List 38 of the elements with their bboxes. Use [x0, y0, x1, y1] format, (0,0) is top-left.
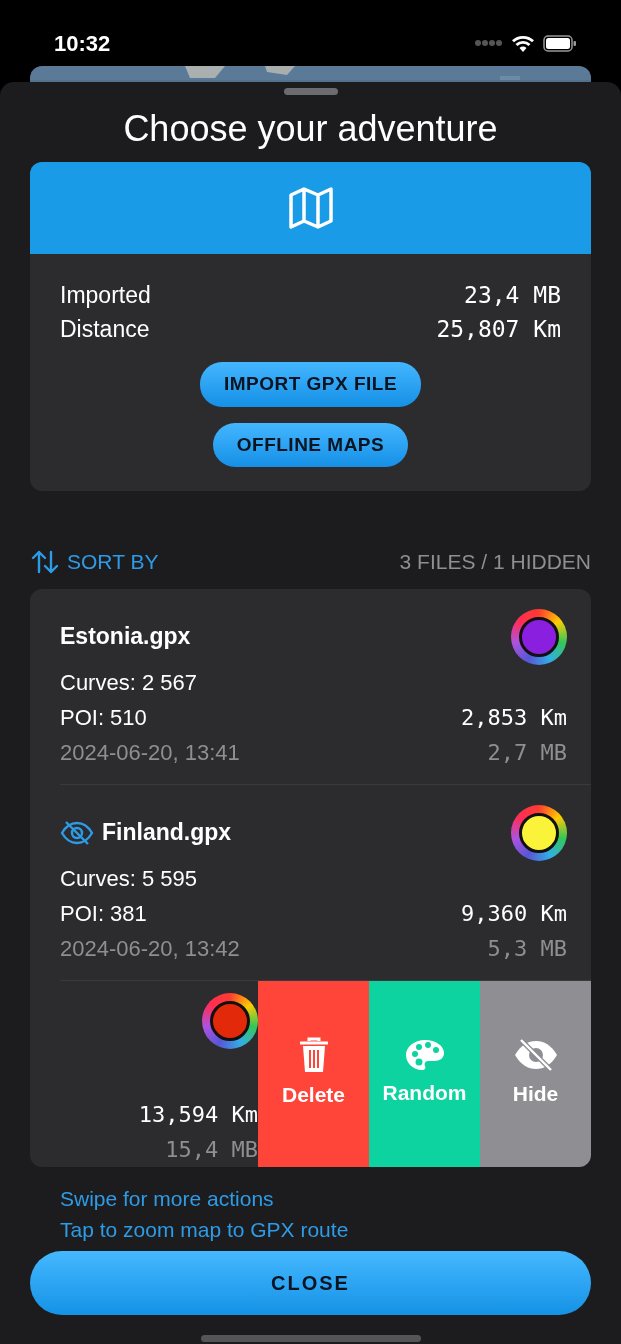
eye-slash-icon	[512, 1037, 559, 1072]
file-count: 3 FILES / 1 HIDDEN	[399, 549, 591, 576]
file-date: 2024-06-20, 13:42	[60, 934, 240, 963]
stat-value: 23,4 MB	[464, 281, 561, 311]
status-time: 10:32	[54, 29, 111, 58]
signal-icon	[475, 39, 503, 47]
sort-icon	[31, 549, 59, 574]
file-size: 5,3 MB	[486, 934, 567, 963]
hide-button[interactable]: Hide	[480, 980, 591, 1167]
curves-count: Curves: 2 567	[60, 668, 198, 697]
hint-text: Tap to zoom map to GPX route	[60, 1216, 350, 1243]
wifi-icon	[511, 34, 535, 52]
file-date: 2024-06-20, 13:41	[60, 738, 240, 767]
offline-maps-button[interactable]: OFFLINE MAPS	[212, 422, 409, 468]
curves-count: Curves: 5 595	[60, 864, 198, 893]
stat-value: 25,807 Km	[436, 315, 561, 345]
file-name: Estonia.gpx	[60, 622, 191, 652]
battery-icon	[543, 34, 577, 52]
sheet-title: Choose your adventure	[122, 107, 499, 151]
poi-count: POI: 381	[60, 899, 148, 928]
close-button[interactable]: CLOSE	[30, 1250, 591, 1315]
file-size: 15,4 MB	[165, 1135, 258, 1164]
import-button[interactable]: IMPORT GPX FILE	[199, 362, 422, 407]
stat-label: Distance	[60, 315, 150, 345]
delete-button[interactable]: Delete	[258, 980, 369, 1167]
hint-text: Swipe for more actions	[60, 1185, 275, 1212]
poi-count: POI: 510	[60, 703, 148, 732]
trash-icon	[298, 1036, 329, 1073]
distance-text: 13,594 Km	[138, 1100, 258, 1129]
map-icon	[286, 185, 335, 232]
file-name: Finland.gpx	[102, 818, 232, 848]
distance-text: 9,360 Km	[461, 899, 567, 928]
file-size: 2,7 MB	[486, 738, 567, 767]
sheet-grabber[interactable]	[283, 88, 338, 95]
stat-label: Imported	[60, 281, 151, 311]
distance-text: 2,853 Km	[461, 703, 567, 732]
palette-icon	[404, 1038, 445, 1071]
sort-button[interactable]: SORT BY	[30, 545, 160, 579]
